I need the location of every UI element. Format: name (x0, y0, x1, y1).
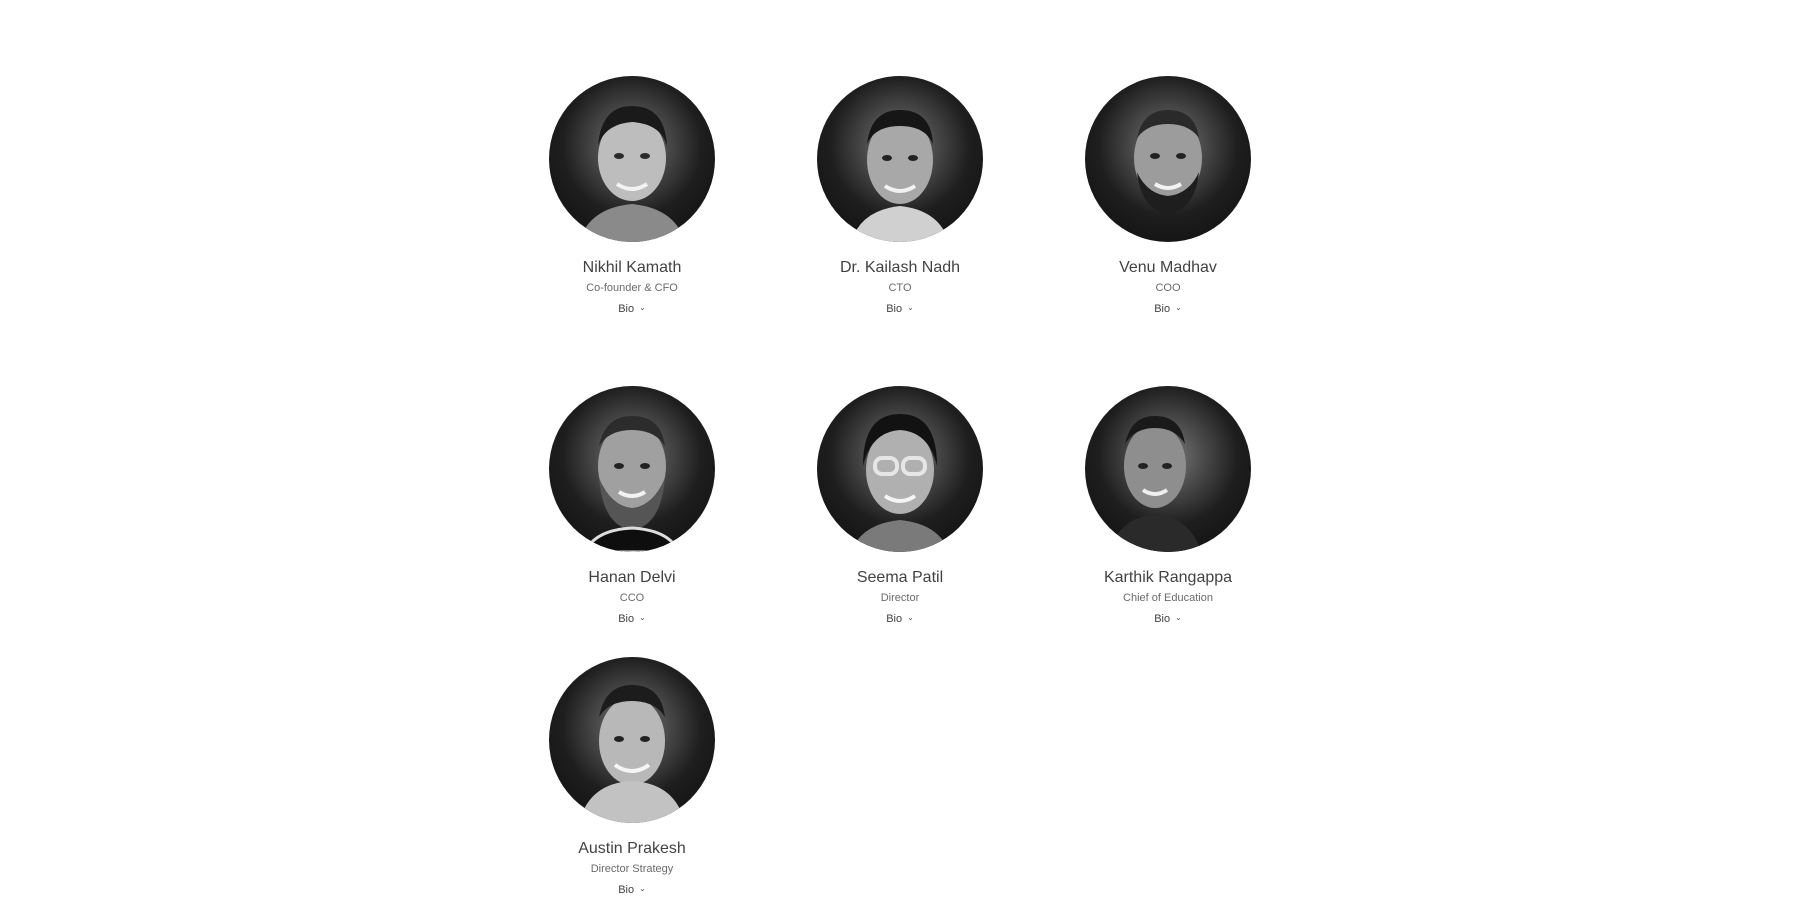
portrait-photo (1109, 416, 1201, 552)
team-member-card: Dr. Kailash Nadh CTO Bio ⌄ (790, 76, 1010, 316)
avatar (1085, 76, 1251, 242)
bio-toggle-button[interactable]: Bio ⌄ (618, 883, 646, 897)
bio-toggle-button[interactable]: Bio ⌄ (1154, 302, 1182, 316)
bio-toggle-button[interactable]: Bio ⌄ (1154, 612, 1182, 626)
chevron-down-icon: ⌄ (907, 613, 914, 622)
bio-toggle-button[interactable]: Bio ⌄ (618, 612, 646, 626)
avatar (1085, 386, 1251, 552)
portrait-photo (1134, 110, 1202, 214)
avatar (817, 386, 983, 552)
member-name: Nikhil Kamath (582, 259, 682, 276)
member-name: Hanan Delvi (588, 569, 676, 586)
team-member-card: Hanan Delvi CCO Bio ⌄ (522, 386, 742, 626)
portrait-photo (579, 106, 685, 242)
portrait-photo (851, 110, 949, 242)
team-member-card: Nikhil Kamath Co-founder & CFO Bio ⌄ (522, 76, 742, 316)
member-role: Director (880, 592, 920, 604)
portrait-photo (583, 416, 681, 552)
avatar (549, 76, 715, 242)
member-role: CCO (619, 592, 645, 604)
bio-label: Bio (618, 303, 635, 315)
portrait-photo (579, 685, 685, 823)
bio-toggle-button[interactable]: Bio ⌄ (886, 302, 914, 316)
bio-label: Bio (1154, 613, 1171, 625)
avatar (817, 76, 983, 242)
bio-toggle-button[interactable]: Bio ⌄ (618, 302, 646, 316)
bio-label: Bio (618, 613, 635, 625)
member-name: Dr. Kailash Nadh (839, 259, 961, 276)
bio-label: Bio (618, 884, 635, 896)
chevron-down-icon: ⌄ (639, 303, 646, 312)
member-role: Director Strategy (590, 863, 674, 875)
bio-label: Bio (1154, 303, 1171, 315)
bio-toggle-button[interactable]: Bio ⌄ (886, 612, 914, 626)
avatar (549, 657, 715, 823)
member-role: COO (1155, 282, 1181, 294)
avatar (549, 386, 715, 552)
chevron-down-icon: ⌄ (639, 884, 646, 893)
team-member-card: Seema Patil Director Bio ⌄ (790, 386, 1010, 626)
team-member-card: Venu Madhav COO Bio ⌄ (1058, 76, 1278, 316)
member-name: Karthik Rangappa (1103, 569, 1233, 586)
chevron-down-icon: ⌄ (907, 303, 914, 312)
member-name: Venu Madhav (1119, 259, 1217, 276)
chevron-down-icon: ⌄ (639, 613, 646, 622)
portrait-photo (851, 414, 949, 552)
team-member-card: Karthik Rangappa Chief of Education Bio … (1058, 386, 1278, 626)
bio-label: Bio (886, 613, 903, 625)
bio-label: Bio (886, 303, 903, 315)
team-section: Nikhil Kamath Co-founder & CFO Bio ⌄ Dr.… (0, 0, 1812, 898)
member-role: Chief of Education (1123, 592, 1213, 604)
team-member-card: Austin Prakesh Director Strategy Bio ⌄ (522, 657, 742, 897)
member-name: Seema Patil (856, 569, 944, 586)
chevron-down-icon: ⌄ (1175, 613, 1182, 622)
member-name: Austin Prakesh (578, 840, 686, 857)
member-role: CTO (888, 282, 912, 294)
member-role: Co-founder & CFO (586, 282, 678, 294)
chevron-down-icon: ⌄ (1175, 303, 1182, 312)
